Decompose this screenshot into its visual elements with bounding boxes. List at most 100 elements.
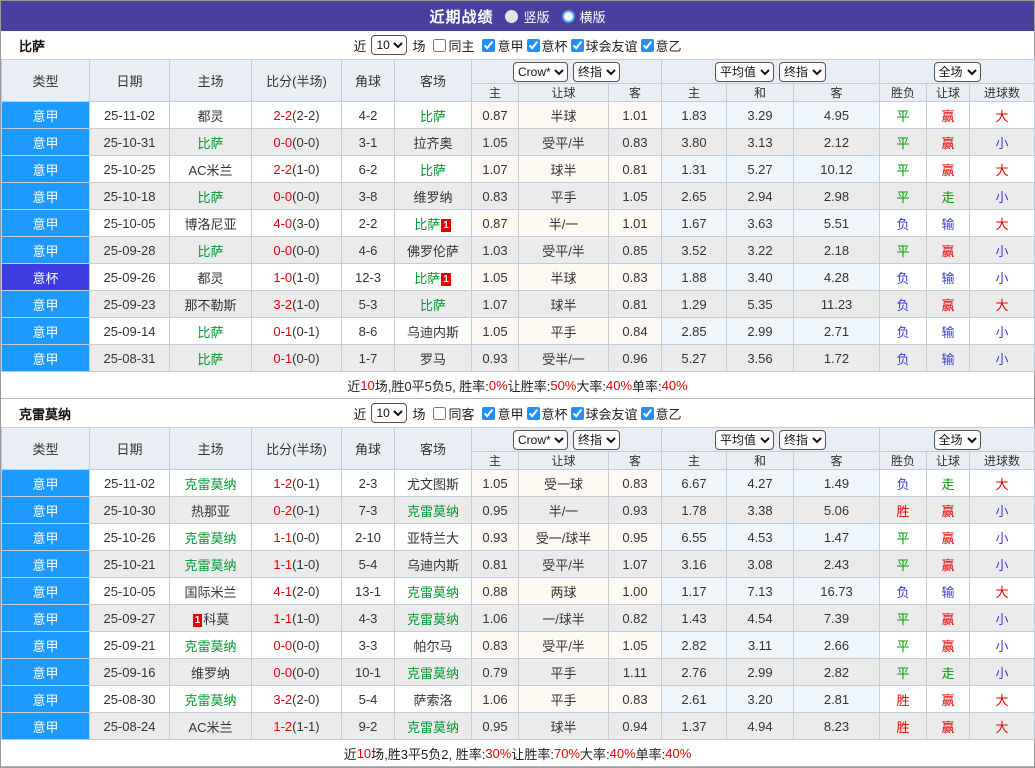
score-cell: 1-1(1-0) (251, 604, 342, 632)
away-team-cell: 尤文图斯 (394, 469, 472, 497)
league-label[interactable]: 球会友谊 (586, 404, 638, 423)
league-label[interactable]: 球会友谊 (586, 36, 638, 55)
page-title: 近期战绩 (429, 8, 494, 26)
odds-home-cell: 0.95 (471, 496, 519, 524)
sub-handicap: 让球 (518, 451, 609, 470)
corner-cell: 5-4 (341, 685, 395, 713)
sub-goals: 进球数 (969, 83, 1035, 102)
avg-draw-cell: 5.35 (726, 290, 794, 318)
handicap-cell: 受一球 (518, 469, 609, 497)
red-card-badge: 1 (441, 272, 451, 286)
team-name: 克雷莫纳 (184, 638, 237, 654)
average-select[interactable]: 平均值 (715, 429, 774, 450)
league-checkbox[interactable] (482, 38, 496, 52)
horizontal-radio-icon[interactable] (561, 9, 575, 23)
league-label[interactable]: 意乙 (656, 36, 682, 55)
league-filter[interactable]: 意杯 (524, 404, 568, 423)
table-row: 意甲 25-11-02 都灵 2-2(2-2) 4-2 比萨 0.87 半球 1.01 1.83 3… (1, 101, 1035, 129)
odds-away-cell: 1.05 (608, 631, 662, 659)
league-checkbox[interactable] (482, 406, 496, 420)
same-venue-label[interactable]: 同客 (448, 404, 474, 423)
avg-away-cell: 2.81 (792, 685, 881, 713)
home-team-cell: 克雷莫纳 (169, 469, 252, 497)
result-goals-cell: 大 (969, 685, 1035, 713)
league-type-cell: 意甲 (1, 712, 90, 740)
bookmaker-select[interactable]: Crow* (513, 429, 568, 450)
league-checkbox[interactable] (526, 406, 540, 420)
same-venue-label[interactable]: 同主 (448, 36, 474, 55)
halftime-score: (1-0) (292, 296, 320, 312)
table-row: 意甲 25-10-05 博洛尼亚 4-0(3-0) 2-2 比萨 1 0.87 半/一 1.01 1… (1, 209, 1035, 237)
league-label[interactable]: 意乙 (656, 404, 682, 423)
league-type-cell: 意甲 (1, 101, 90, 129)
league-label[interactable]: 意杯 (542, 36, 568, 55)
final-odds-select-2[interactable]: 终指 (779, 61, 826, 82)
team-name: 克雷莫纳 (406, 503, 459, 519)
league-checkbox[interactable] (570, 406, 584, 420)
league-checkbox[interactable] (570, 38, 584, 52)
horizontal-layout-radio[interactable]: 横版 (561, 7, 606, 26)
match-count-select[interactable]: 10 (371, 35, 408, 55)
result-goals-cell: 大 (969, 101, 1035, 129)
league-filter[interactable]: 意杯 (524, 36, 568, 55)
final-odds-select-1[interactable]: 终指 (573, 429, 620, 450)
bookmaker-select[interactable]: Crow* (513, 61, 568, 82)
same-venue-checkbox[interactable] (433, 406, 447, 420)
summary-part: 单率: (635, 746, 666, 762)
vertical-radio-icon[interactable] (505, 9, 519, 23)
home-team-cell: 克雷莫纳 (169, 631, 252, 659)
result-goals-cell: 小 (969, 496, 1035, 524)
avg-draw-cell: 3.56 (726, 344, 794, 372)
team-name: 克雷莫纳 (406, 611, 459, 627)
summary-part: 10 (360, 377, 375, 393)
avg-away-cell: 1.72 (792, 344, 881, 372)
league-filter[interactable]: 球会友谊 (568, 36, 638, 55)
odds-away-cell: 0.81 (608, 155, 662, 183)
league-filter[interactable]: 球会友谊 (568, 404, 638, 423)
team-name: 博洛尼亚 (184, 216, 237, 232)
col-date: 日期 (89, 59, 170, 102)
summary-part: 单率: (632, 378, 662, 394)
result-goals-cell: 小 (969, 658, 1035, 686)
league-filter[interactable]: 意甲 (479, 36, 524, 55)
league-checkbox[interactable] (526, 38, 540, 52)
odds-away-cell: 0.95 (608, 523, 662, 551)
date-cell: 25-09-16 (89, 658, 170, 686)
summary-part: 40% (609, 745, 636, 761)
league-filter[interactable]: 意乙 (638, 404, 682, 423)
away-team-cell: 亚特兰大 (394, 523, 472, 551)
league-checkbox[interactable] (640, 38, 654, 52)
avg-group-header: 平均值 终指 (660, 427, 881, 452)
final-odds-select-1[interactable]: 终指 (573, 61, 620, 82)
match-count-select[interactable]: 10 (371, 403, 408, 423)
average-select[interactable]: 平均值 (715, 61, 774, 82)
result-wdl-cell: 平 (879, 658, 928, 686)
same-venue-filter[interactable]: 同客 (430, 404, 474, 423)
league-label[interactable]: 意杯 (542, 404, 568, 423)
score-cell: 0-2(0-1) (251, 496, 342, 524)
recent-results-panel: 近期战绩 竖版 横版 比萨 近 10 场 同主 意甲 意杯 球会友谊 意乙 类型 日期 (0, 0, 1035, 768)
vertical-layout-radio[interactable]: 竖版 (505, 7, 550, 26)
fulltime-select[interactable]: 全场 (933, 61, 981, 82)
league-checkbox[interactable] (640, 406, 654, 420)
avg-draw-cell: 3.08 (726, 550, 794, 578)
horizontal-radio-label[interactable]: 横版 (580, 7, 606, 26)
odds-home-cell: 0.95 (471, 712, 519, 740)
same-venue-filter[interactable]: 同主 (430, 36, 474, 55)
summary-part: 30% (485, 745, 512, 761)
halftime-score: (1-0) (292, 269, 320, 285)
league-filter[interactable]: 意乙 (638, 36, 682, 55)
league-filter[interactable]: 意甲 (479, 404, 524, 423)
result-goals-cell: 小 (969, 263, 1035, 291)
team-name: 都灵 (197, 108, 224, 124)
league-label[interactable]: 意甲 (497, 36, 523, 55)
vertical-radio-label[interactable]: 竖版 (523, 7, 549, 26)
col-type: 类型 (1, 427, 90, 470)
team-name: 克雷莫纳 (406, 719, 459, 735)
league-label[interactable]: 意甲 (497, 404, 523, 423)
result-handicap-cell: 赢 (926, 496, 971, 524)
final-odds-select-2[interactable]: 终指 (779, 429, 826, 450)
team-name: 比萨 (197, 189, 224, 205)
fulltime-select[interactable]: 全场 (933, 429, 981, 450)
same-venue-checkbox[interactable] (433, 38, 447, 52)
